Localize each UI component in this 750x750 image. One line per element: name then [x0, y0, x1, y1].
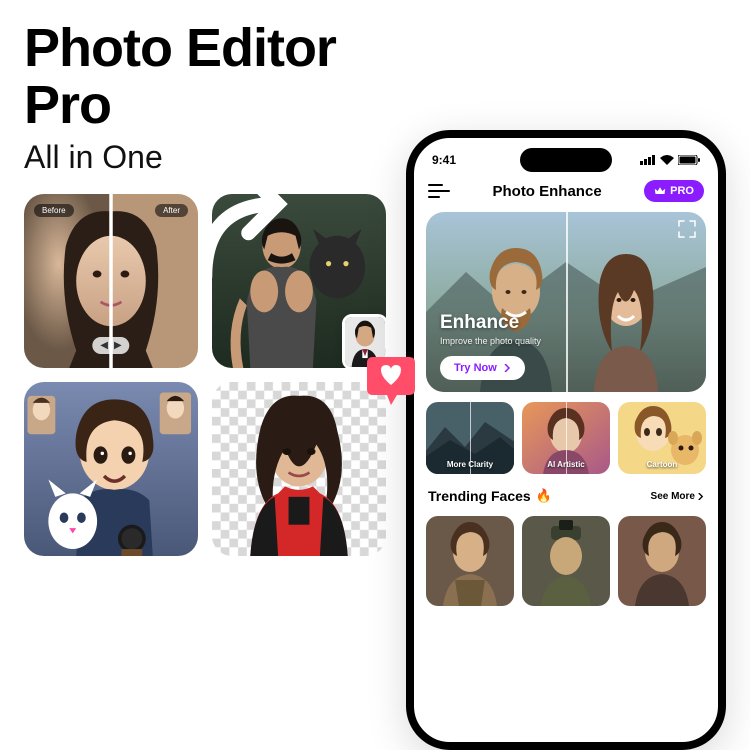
phone-notch: [520, 148, 612, 172]
heart-icon: [363, 351, 421, 409]
card-label: Cartoon: [618, 460, 706, 469]
pro-button[interactable]: PRO: [644, 180, 704, 202]
chevron-right-icon: [697, 493, 704, 500]
feature-card-clarity[interactable]: More Clarity: [426, 402, 514, 474]
chevron-right-icon: [503, 364, 511, 372]
trending-face-item[interactable]: [522, 516, 610, 606]
curved-arrow-icon: [212, 194, 350, 320]
tile-face-swap: [212, 194, 386, 368]
status-time: 9:41: [432, 153, 456, 167]
hero-enhance[interactable]: Enhance Improve the photo quality Try No…: [426, 212, 706, 392]
feature-card-artistic[interactable]: AI Artistic: [522, 402, 610, 474]
phone-mockup: 9:41 Photo Enhance PRO: [406, 130, 726, 750]
expand-arrows-icon: [678, 220, 696, 238]
card-label: AI Artistic: [522, 460, 610, 469]
tile-bg-remove: [212, 382, 386, 556]
card-label: More Clarity: [426, 460, 514, 469]
trending-face-item[interactable]: [618, 516, 706, 606]
tile-before-after: Before After ◀▶: [24, 194, 198, 368]
trending-title: Trending Faces 🔥: [428, 488, 552, 504]
hamburger-icon[interactable]: [428, 180, 450, 202]
see-more-button[interactable]: See More: [651, 491, 704, 502]
before-label: Before: [34, 204, 74, 217]
feature-card-cartoon[interactable]: Cartoon: [618, 402, 706, 474]
crown-icon: [654, 185, 666, 197]
fire-icon: 🔥: [536, 488, 552, 504]
app-subtitle: All in One: [24, 139, 386, 176]
try-now-button[interactable]: Try Now: [440, 356, 525, 380]
appbar-title: Photo Enhance: [492, 183, 601, 200]
hero-title: Enhance: [440, 312, 692, 334]
signal-icon: [640, 155, 656, 165]
app-title: Photo Editor Pro: [24, 20, 386, 133]
trending-face-item[interactable]: [426, 516, 514, 606]
hero-subtitle: Improve the photo quality: [440, 336, 560, 348]
battery-icon: [678, 155, 700, 165]
wifi-icon: [660, 155, 674, 165]
after-label: After: [155, 204, 188, 217]
compare-slider-icon: ◀▶: [92, 337, 129, 354]
tile-cartoon: [24, 382, 198, 556]
